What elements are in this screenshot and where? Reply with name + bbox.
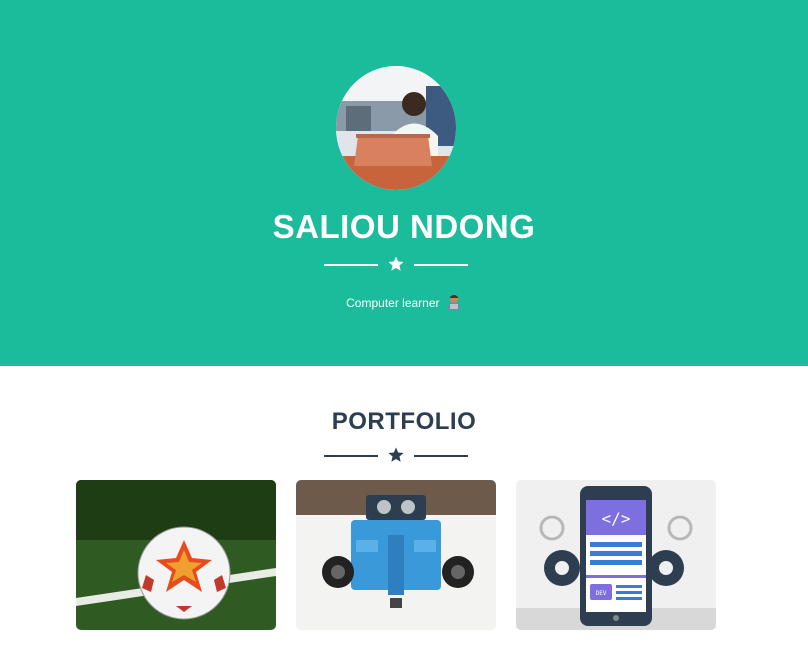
portfolio-title: PORTFOLIO bbox=[331, 408, 477, 435]
portfolio-item-robot[interactable] bbox=[296, 480, 496, 630]
avatar bbox=[336, 66, 456, 190]
svg-text:</>: </> bbox=[602, 509, 631, 528]
divider-line-right bbox=[414, 264, 468, 266]
star-icon bbox=[388, 256, 404, 271]
divider-line-left bbox=[324, 264, 378, 266]
profile-name: SALIOU NDONG bbox=[272, 208, 536, 245]
divider-line-right bbox=[414, 455, 468, 457]
svg-text:DEV: DEV bbox=[596, 590, 607, 597]
portfolio-item-mobile-dev[interactable]: </> DEV bbox=[516, 480, 716, 630]
masthead-divider bbox=[0, 255, 808, 275]
mobile-dev-image: </> DEV bbox=[516, 480, 716, 630]
portfolio-divider bbox=[0, 446, 808, 466]
avatar-photo bbox=[336, 66, 456, 190]
divider-line-left bbox=[324, 455, 378, 457]
robot-image bbox=[296, 480, 496, 630]
star-icon bbox=[388, 447, 404, 462]
soccer-ball-image bbox=[76, 480, 276, 630]
subtitle-text: Computer learner bbox=[346, 296, 440, 310]
profile-subtitle: Computer learner bbox=[0, 294, 808, 310]
portfolio-item-soccer[interactable] bbox=[76, 480, 276, 630]
technologist-emoji-icon bbox=[447, 295, 460, 310]
masthead: SALIOU NDONG Computer learner bbox=[0, 0, 808, 366]
